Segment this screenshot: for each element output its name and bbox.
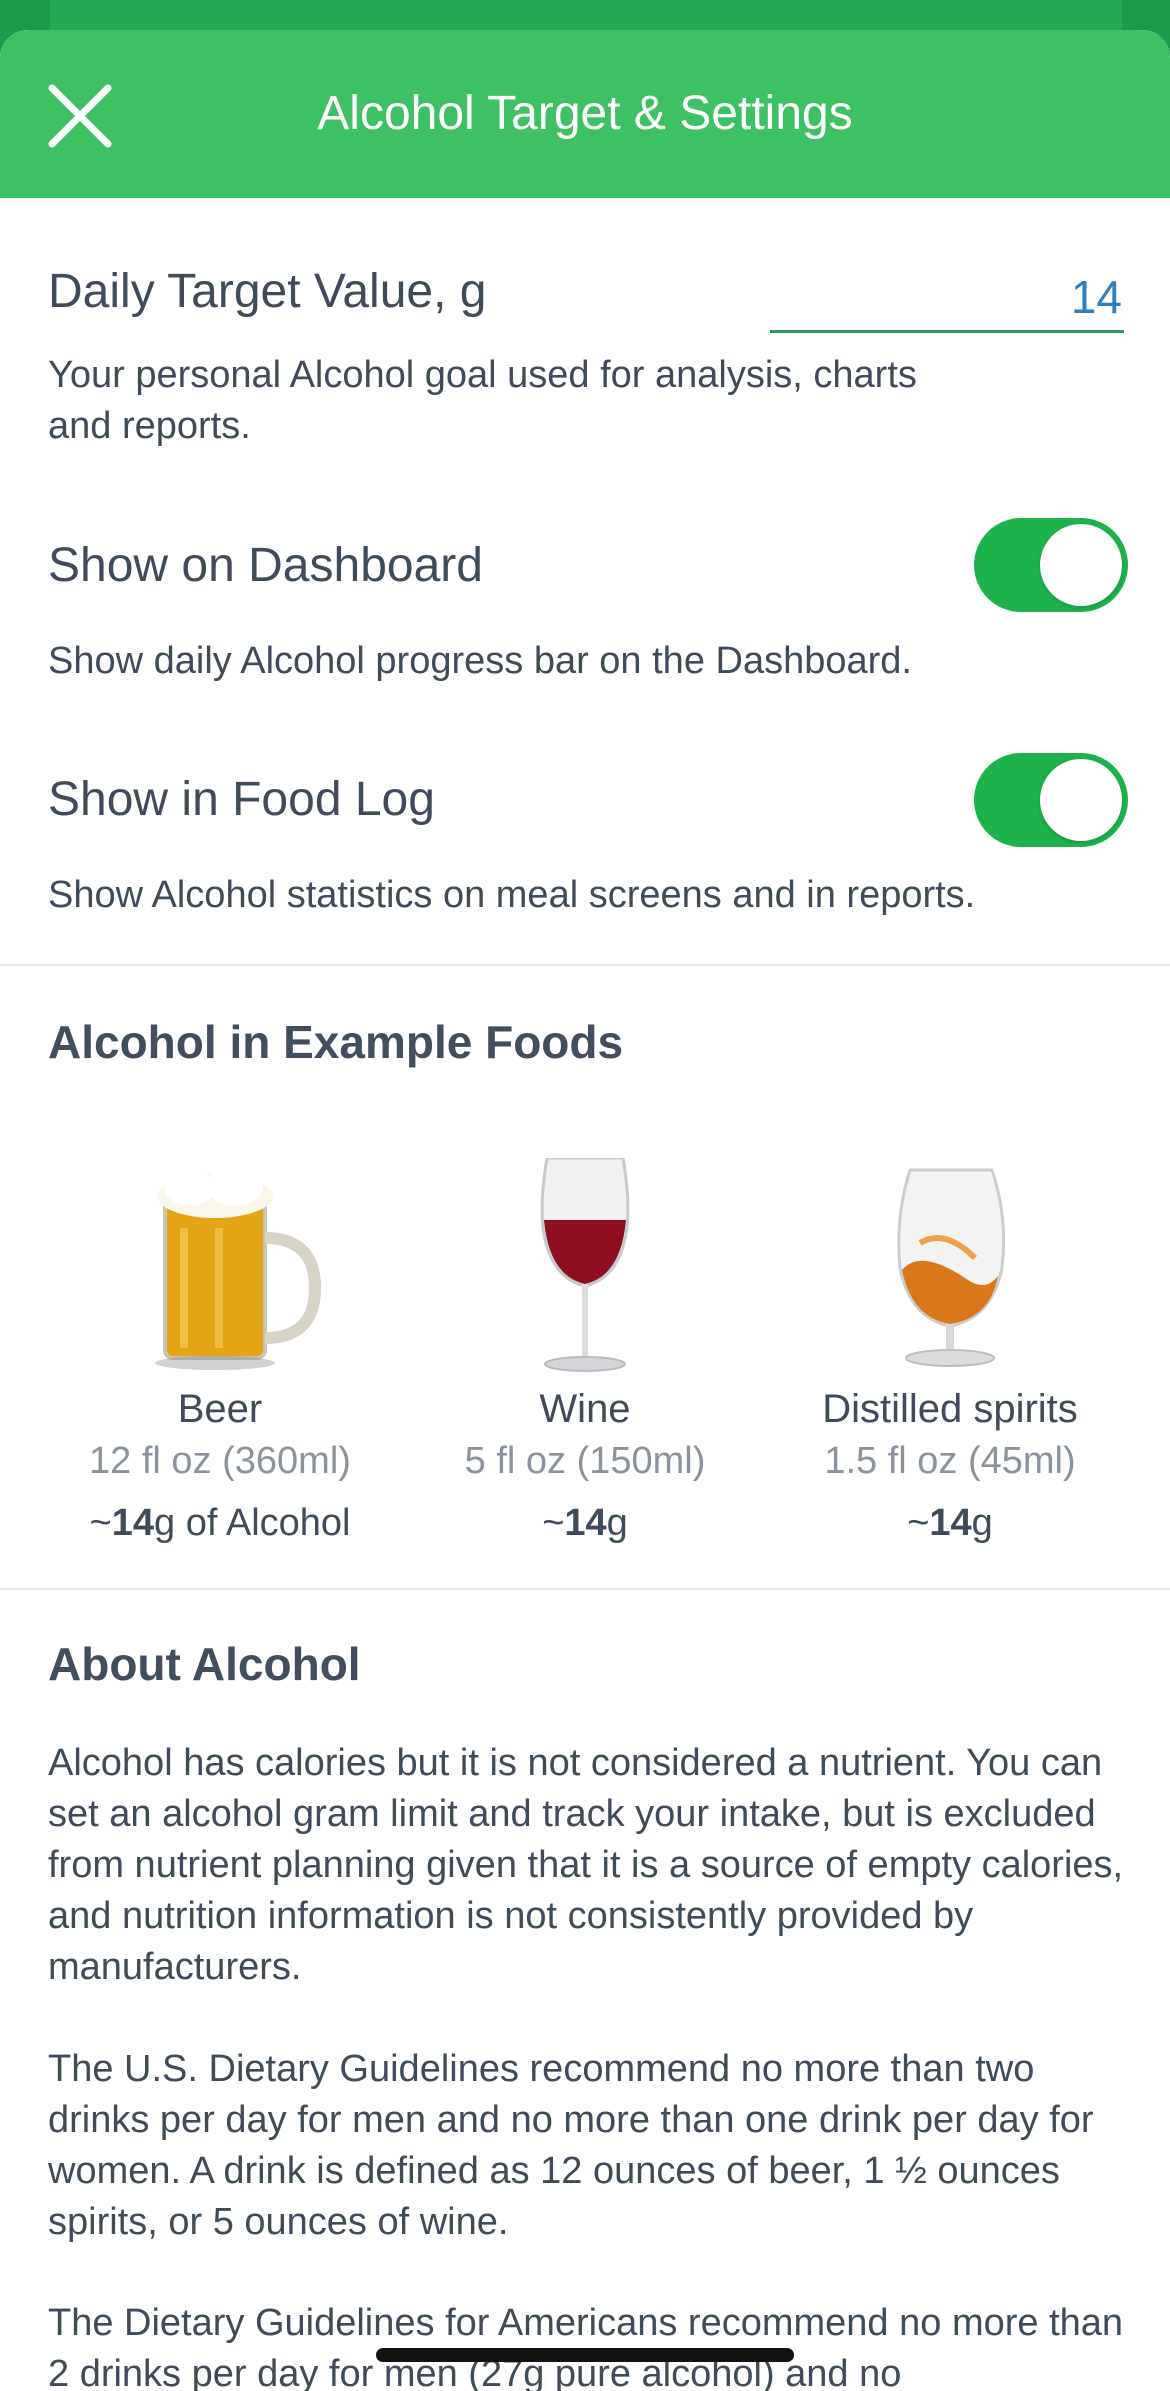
snifter-glass-icon: [770, 1158, 1130, 1373]
food-name: Wine: [539, 1387, 631, 1431]
about-paragraph: The Dietary Guidelines for Americans rec…: [48, 2302, 1124, 2391]
food-log-label: Show in Food Log: [48, 773, 435, 826]
food-name: Beer: [177, 1387, 263, 1431]
toggle-knob: [1040, 524, 1122, 606]
target-value-input[interactable]: [770, 268, 1124, 333]
examples-title: Alcohol in Example Foods: [48, 1016, 624, 1068]
divider: [0, 1588, 1170, 1590]
food-item-beer: Beer 12 fl oz (360ml) ~14g of Alcohol: [40, 1158, 400, 1549]
food-alcohol-amount: ~14g: [907, 1502, 993, 1544]
target-description: Your personal Alcohol goal used for anal…: [48, 354, 917, 447]
about-paragraph: Alcohol has calories but it is not consi…: [48, 1742, 1124, 1988]
food-alcohol-amount: ~14g of Alcohol: [89, 1502, 351, 1544]
target-label: Daily Target Value, g: [48, 265, 487, 318]
settings-sheet: Alcohol Target & Settings Daily Target V…: [0, 30, 1170, 2391]
food-log-toggle[interactable]: [974, 753, 1128, 847]
about-title: About Alcohol: [48, 1638, 361, 1690]
food-name: Distilled spirits: [822, 1387, 1078, 1431]
dashboard-toggle[interactable]: [974, 518, 1128, 612]
home-indicator: [376, 2348, 794, 2362]
page-title: Alcohol Target & Settings: [317, 87, 853, 140]
dashboard-label: Show on Dashboard: [48, 539, 483, 592]
food-serving: 12 fl oz (360ml): [89, 1440, 351, 1482]
food-log-description: Show Alcohol statistics on meal screens …: [48, 874, 976, 916]
food-alcohol-amount: ~14g: [542, 1502, 628, 1544]
toggle-knob: [1040, 759, 1122, 841]
food-serving: 1.5 fl oz (45ml): [824, 1440, 1076, 1482]
food-item-wine: Wine 5 fl oz (150ml) ~14g: [405, 1156, 765, 1549]
dashboard-description: Show daily Alcohol progress bar on the D…: [48, 640, 912, 682]
food-serving: 5 fl oz (150ml): [464, 1440, 706, 1482]
wine-glass-icon: [405, 1156, 765, 1373]
divider: [0, 964, 1170, 966]
beer-icon: [40, 1158, 400, 1373]
about-paragraph: The U.S. Dietary Guidelines recommend no…: [48, 2048, 1094, 2243]
header-bar: Alcohol Target & Settings: [0, 30, 1170, 198]
food-item-distilled-spirits: Distilled spirits 1.5 fl oz (45ml) ~14g: [770, 1158, 1130, 1549]
